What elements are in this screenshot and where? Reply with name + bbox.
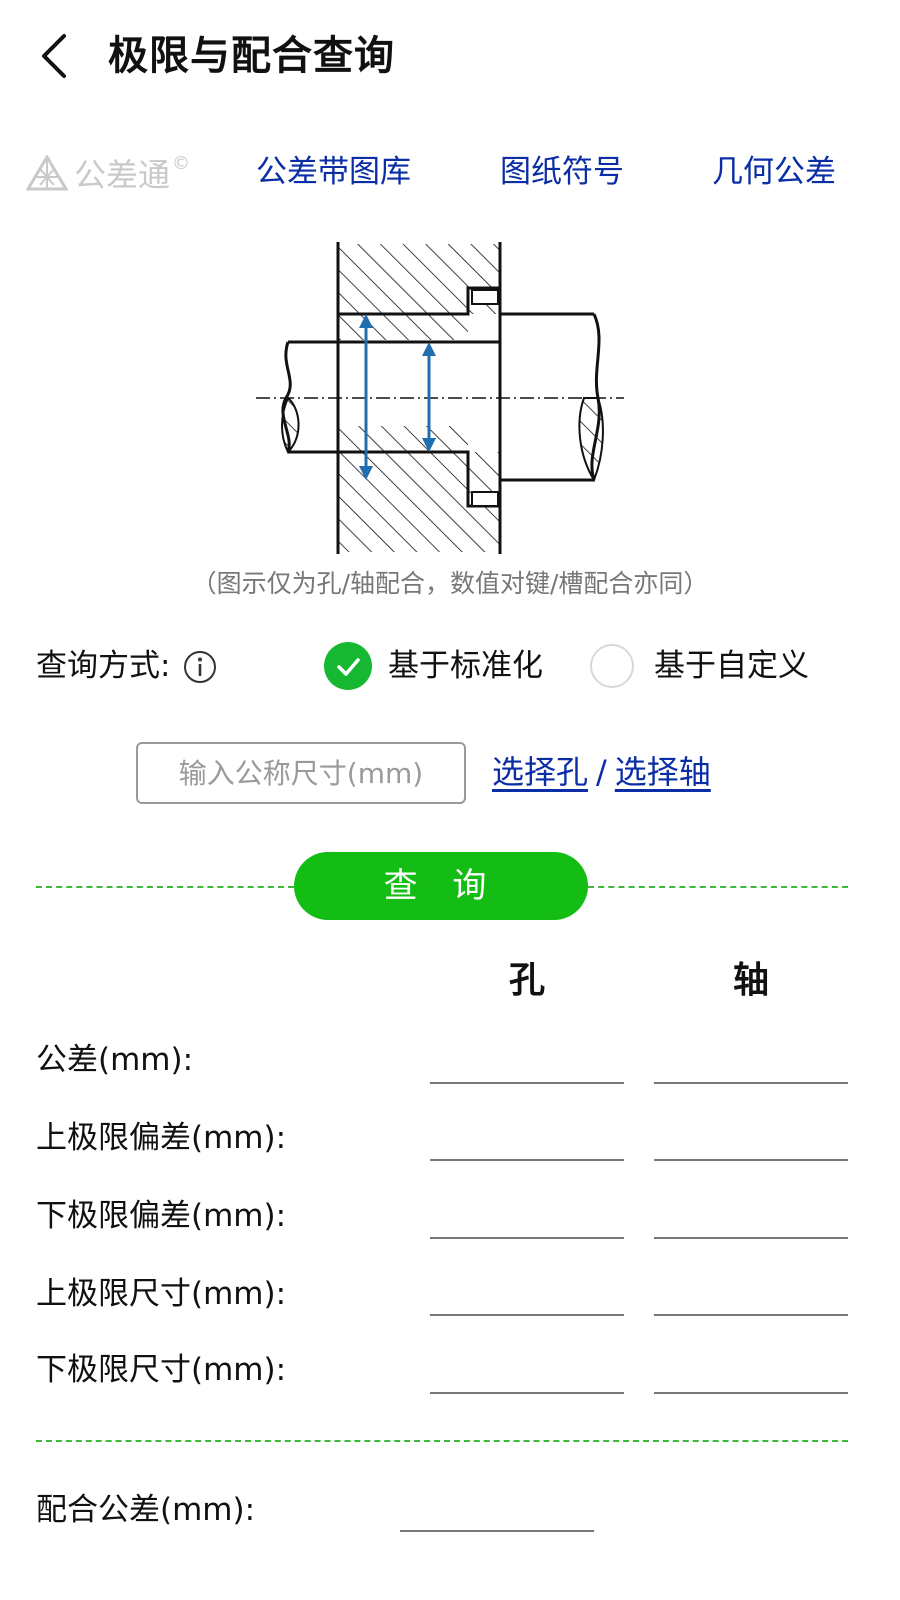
divider-left bbox=[36, 886, 294, 888]
nominal-size-input[interactable] bbox=[136, 742, 466, 804]
selector-separator: / bbox=[596, 753, 607, 791]
column-header-hole: 孔 bbox=[508, 960, 545, 1001]
hole-shaft-fit-diagram bbox=[256, 242, 624, 554]
info-circle-icon[interactable] bbox=[183, 650, 217, 684]
row-label-upper-size: 上极限尺寸(mm): bbox=[36, 1276, 287, 1312]
select-shaft-link[interactable]: 选择轴 bbox=[615, 753, 711, 791]
upper-deviation-hole-value bbox=[430, 1125, 624, 1161]
divider-fit bbox=[36, 1440, 848, 1442]
diagram-caption: （图示仅为孔/轴配合，数值对键/槽配合亦同） bbox=[191, 569, 709, 598]
query-mode-label: 查询方式: bbox=[36, 648, 171, 684]
tolerance-shaft-value bbox=[654, 1048, 848, 1084]
back-button[interactable] bbox=[30, 28, 80, 84]
row-label-fit-tolerance: 配合公差(mm): bbox=[36, 1492, 256, 1528]
radio-custom[interactable] bbox=[590, 644, 634, 688]
copyright-mark: © bbox=[172, 152, 191, 174]
row-label-tolerance: 公差(mm): bbox=[36, 1042, 194, 1078]
radio-standardized[interactable] bbox=[324, 642, 372, 690]
brand-name: 公差通 bbox=[74, 156, 171, 194]
pyramid-logo-icon bbox=[26, 155, 68, 191]
lower-size-hole-value bbox=[430, 1358, 624, 1394]
page-title: 极限与配合查询 bbox=[108, 33, 395, 79]
checkmark-icon bbox=[337, 658, 360, 676]
upper-size-shaft-value bbox=[654, 1280, 848, 1316]
lower-deviation-hole-value bbox=[430, 1203, 624, 1239]
upper-deviation-shaft-value bbox=[654, 1125, 848, 1161]
upper-size-hole-value bbox=[430, 1280, 624, 1316]
brand-logo: 公差通 © bbox=[26, 148, 190, 198]
radio-custom-label[interactable]: 基于自定义 bbox=[654, 642, 809, 690]
fit-tolerance-value bbox=[400, 1496, 594, 1532]
nav-tolerance-zone-gallery[interactable]: 公差带图库 bbox=[256, 148, 411, 196]
select-hole-link[interactable]: 选择孔 bbox=[492, 753, 588, 791]
hole-shaft-selectors: 选择孔 / 选择轴 bbox=[492, 746, 711, 798]
tolerance-hole-value bbox=[430, 1048, 624, 1084]
radio-standardized-label[interactable]: 基于标准化 bbox=[388, 642, 543, 690]
divider-right bbox=[588, 886, 848, 888]
nav-geometric-tolerance[interactable]: 几何公差 bbox=[712, 148, 836, 196]
row-label-lower-deviation: 下极限偏差(mm): bbox=[36, 1198, 287, 1234]
lower-deviation-shaft-value bbox=[654, 1203, 848, 1239]
row-label-lower-size: 下极限尺寸(mm): bbox=[36, 1352, 287, 1388]
column-header-shaft: 轴 bbox=[732, 960, 769, 1001]
row-label-upper-deviation: 上极限偏差(mm): bbox=[36, 1120, 287, 1156]
chevron-left-icon bbox=[42, 34, 66, 78]
nav-drawing-symbols[interactable]: 图纸符号 bbox=[500, 148, 624, 196]
lower-size-shaft-value bbox=[654, 1358, 848, 1394]
query-button[interactable]: 查 询 bbox=[294, 852, 588, 920]
